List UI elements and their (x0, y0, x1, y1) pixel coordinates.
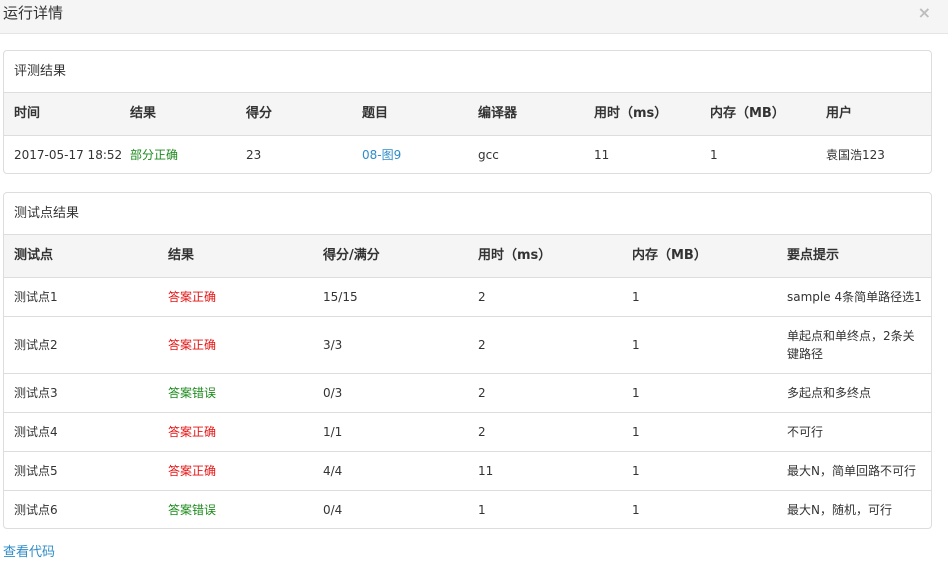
testcase-hint: sample 4条简单路径选1 (787, 290, 922, 304)
testcase-score: 0/4 (323, 503, 343, 517)
testcase-memory: 1 (632, 425, 640, 439)
testcase-hint: 最大N，随机，可行 (787, 503, 892, 517)
result-panel: 评测结果 时间 结果 得分 题目 编译器 用时（ms） 内存（MB） 用户 20… (3, 50, 932, 174)
header-score: 得分/满分 (323, 248, 380, 263)
testcase-name: 测试点3 (14, 386, 58, 400)
testcase-memory: 1 (632, 464, 640, 478)
testcase-hint: 最大N，简单回路不可行 (787, 464, 916, 478)
testcase-result: 答案正确 (168, 290, 217, 304)
user-value: 袁国浩123 (826, 147, 885, 162)
table-row: 测试点2 答案正确 3/3 2 1 单起点和单终点，2条关键路径 (4, 316, 931, 373)
header-time-ms: 用时（ms） (478, 248, 552, 263)
problem-link[interactable]: 08-图9 (362, 136, 478, 173)
modal-title: 运行详情 (3, 4, 64, 22)
testcase-name: 测试点6 (14, 503, 58, 517)
submit-time: 2017-05-17 18:52 (14, 147, 123, 162)
testcase-memory: 1 (632, 338, 640, 352)
testcase-time: 2 (478, 338, 486, 352)
testcase-memory: 1 (632, 386, 640, 400)
testcase-score: 0/3 (323, 386, 343, 400)
header-hint: 要点提示 (787, 248, 840, 263)
header-result: 结果 (168, 248, 195, 263)
testcase-score: 3/3 (323, 338, 343, 352)
testcase-time: 11 (478, 464, 494, 478)
header-time-ms: 用时（ms） (594, 106, 668, 121)
testcase-result: 答案错误 (168, 386, 217, 400)
testcase-table-header: 测试点 结果 得分/满分 用时（ms） 内存（MB） 要点提示 (4, 235, 931, 277)
testcase-name: 测试点4 (14, 425, 58, 439)
testcase-time: 2 (478, 386, 486, 400)
testcase-name: 测试点1 (14, 290, 58, 304)
close-icon[interactable]: × (918, 4, 931, 22)
result-status: 部分正确 (130, 147, 179, 162)
header-memory: 内存（MB） (710, 106, 785, 121)
testcase-time: 2 (478, 290, 486, 304)
modal-header: 运行详情 × (0, 0, 948, 34)
result-panel-title: 评测结果 (4, 51, 931, 93)
table-row: 测试点3 答案错误 0/3 2 1 多起点和多终点 (4, 373, 931, 412)
result-table-header: 时间 结果 得分 题目 编译器 用时（ms） 内存（MB） 用户 (4, 93, 931, 135)
header-time: 时间 (14, 106, 41, 121)
testcase-hint: 多起点和多终点 (787, 386, 872, 400)
score-value: 23 (246, 147, 262, 162)
testcase-name: 测试点5 (14, 464, 58, 478)
testcase-result: 答案正确 (168, 338, 217, 352)
testcase-panel-title: 测试点结果 (4, 193, 931, 235)
testcase-panel: 测试点结果 测试点 结果 得分/满分 用时（ms） 内存（MB） 要点提示 测试… (3, 192, 932, 529)
testcase-time: 2 (478, 425, 486, 439)
header-user: 用户 (826, 106, 853, 121)
compiler-value: gcc (478, 147, 499, 162)
testcase-name: 测试点2 (14, 338, 58, 352)
table-row: 测试点4 答案正确 1/1 2 1 不可行 (4, 412, 931, 451)
header-result: 结果 (130, 106, 157, 121)
header-memory: 内存（MB） (632, 248, 707, 263)
time-value: 11 (594, 147, 610, 162)
table-row: 测试点6 答案错误 0/4 1 1 最大N，随机，可行 (4, 490, 931, 528)
testcase-memory: 1 (632, 503, 640, 517)
testcase-result: 答案正确 (168, 425, 217, 439)
header-testcase: 测试点 (14, 248, 54, 263)
testcase-time: 1 (478, 503, 486, 517)
header-problem: 题目 (362, 106, 389, 121)
header-compiler: 编译器 (478, 106, 518, 121)
testcase-score: 1/1 (323, 425, 343, 439)
testcase-hint: 单起点和单终点，2条关键路径 (787, 329, 915, 361)
testcase-score: 4/4 (323, 464, 343, 478)
header-score: 得分 (246, 106, 273, 121)
table-row: 测试点5 答案正确 4/4 11 1 最大N，简单回路不可行 (4, 451, 931, 490)
testcase-hint: 不可行 (787, 425, 824, 439)
testcase-score: 15/15 (323, 290, 358, 304)
testcase-memory: 1 (632, 290, 640, 304)
testcase-result: 答案错误 (168, 503, 217, 517)
memory-value: 1 (710, 147, 718, 162)
view-code-link[interactable]: 查看代码 (3, 544, 55, 562)
table-row: 测试点1 答案正确 15/15 2 1 sample 4条简单路径选1 (4, 277, 931, 316)
testcase-result: 答案正确 (168, 464, 217, 478)
result-table-row: 2017-05-17 18:52 部分正确 23 08-图9 gcc 11 1 … (4, 135, 931, 173)
